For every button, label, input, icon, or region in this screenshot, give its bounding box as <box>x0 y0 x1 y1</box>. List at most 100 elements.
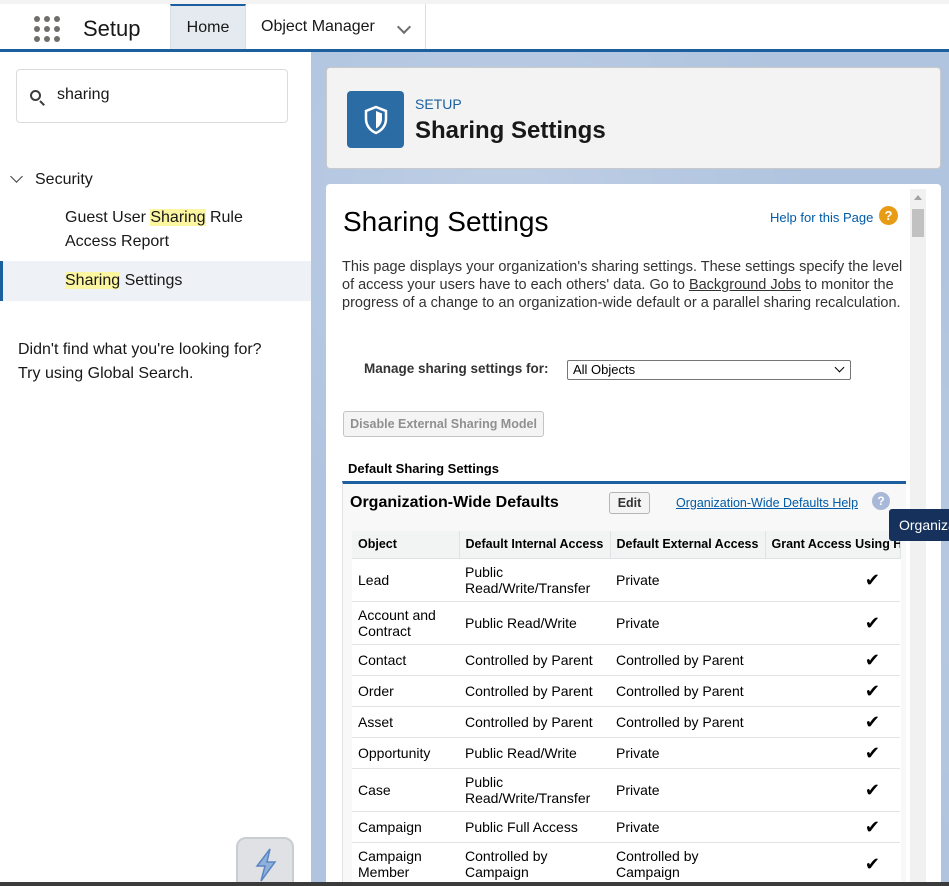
check-icon: ✔ <box>765 768 900 812</box>
cell-object: Opportunity <box>352 737 459 769</box>
manage-sharing-select[interactable]: All Objects <box>567 360 851 380</box>
table-row: Order Controlled by Parent Controlled by… <box>352 675 900 707</box>
table-row: Asset Controlled by Parent Controlled by… <box>352 706 900 738</box>
top-nav: Setup Home Object Manager <box>0 0 949 52</box>
table-row: Contact Controlled by Parent Controlled … <box>352 644 900 676</box>
column-header-external-access: Default External Access <box>610 531 766 559</box>
cell-internal: Public Read/Write <box>459 737 610 769</box>
search-icon <box>30 90 45 106</box>
page-description: This page displays your organization's s… <box>342 258 910 312</box>
page-header: SETUP Sharing Settings <box>326 67 941 169</box>
check-icon: ✔ <box>765 706 900 738</box>
cell-internal: Controlled by Parent <box>459 644 610 676</box>
cell-internal: Public Full Access <box>459 811 610 843</box>
quick-find-box[interactable] <box>16 69 288 123</box>
scroll-thumb[interactable] <box>912 209 924 237</box>
check-icon: ✔ <box>765 675 900 707</box>
cell-external: Private <box>610 811 765 843</box>
check-icon: ✔ <box>765 644 900 676</box>
sidebar-item-sharing-settings[interactable]: Sharing Settings <box>0 261 311 301</box>
content-panel: Sharing Settings Help for this Page ? Th… <box>326 184 941 886</box>
disable-external-sharing-button[interactable]: Disable External Sharing Model <box>343 411 544 437</box>
background-jobs-link[interactable]: Background Jobs <box>689 277 801 293</box>
tab-home[interactable]: Home <box>170 4 246 49</box>
header-eyebrow: SETUP <box>415 96 462 112</box>
cell-object: Contact <box>352 644 459 676</box>
cell-external: Controlled by Parent <box>610 706 765 738</box>
tab-object-manager-label: Object Manager <box>261 17 375 35</box>
table-row: Case Public Read/Write/Transfer Private … <box>352 768 900 812</box>
check-icon: ✔ <box>765 737 900 769</box>
cell-object: Account and Contract <box>352 601 459 645</box>
cell-external: Private <box>610 768 765 812</box>
cell-object: Campaign Member <box>352 842 459 886</box>
quick-find-input[interactable] <box>57 86 277 104</box>
edit-button[interactable]: Edit <box>609 492 650 514</box>
help-icon[interactable]: ? <box>872 492 890 510</box>
lightning-bolt-icon <box>255 848 277 882</box>
table-row: Account and Contract Public Read/Write P… <box>352 601 900 645</box>
cell-internal: Controlled by Campaign <box>459 842 610 886</box>
table-row: Campaign Member Controlled by Campaign C… <box>352 842 900 886</box>
setup-sidebar: Security Guest User Sharing Rule Access … <box>0 52 311 886</box>
global-search-hint: Try using Global Search. <box>18 365 194 382</box>
cell-object: Case <box>352 768 459 812</box>
sidebar-item-label: Guest User <box>65 209 151 226</box>
check-icon: ✔ <box>765 811 900 843</box>
check-icon: ✔ <box>765 558 900 602</box>
scroll-up-icon[interactable] <box>914 195 922 200</box>
cell-external: Private <box>610 601 765 645</box>
search-highlight: Sharing <box>150 209 206 226</box>
table-row: Lead Public Read/Write/Transfer Private … <box>352 558 900 602</box>
help-for-this-page-link[interactable]: Help for this Page <box>770 210 873 225</box>
chevron-down-icon <box>10 170 23 183</box>
cell-external: Controlled by Parent <box>610 675 765 707</box>
cell-internal: Public Read/Write <box>459 601 610 645</box>
sidebar-section-security[interactable]: Security <box>0 168 311 192</box>
cell-external: Private <box>610 558 765 602</box>
cell-internal: Public Read/Write/Transfer <box>459 768 610 812</box>
shield-icon <box>347 91 404 148</box>
table-row: Campaign Public Full Access Private ✔ <box>352 811 900 843</box>
sidebar-section-label: Security <box>35 171 93 188</box>
cell-object: Asset <box>352 706 459 738</box>
cell-object: Order <box>352 675 459 707</box>
cell-external: Controlled by Campaign <box>610 842 765 886</box>
cell-object: Lead <box>352 558 459 602</box>
chevron-down-icon <box>834 362 845 373</box>
not-found-message: Didn't find what you're looking for? Try… <box>18 338 298 386</box>
table-header-row: Object Default Internal Access Default E… <box>352 531 901 559</box>
cell-internal: Controlled by Parent <box>459 706 610 738</box>
bottom-edge <box>0 882 949 886</box>
tab-object-manager[interactable]: Object Manager <box>246 4 426 49</box>
owd-title: Organization-Wide Defaults <box>350 494 559 511</box>
main-area: SETUP Sharing Settings Sharing Settings … <box>311 52 949 886</box>
chevron-down-icon[interactable] <box>396 19 412 35</box>
column-header-object: Object <box>352 531 460 559</box>
cell-internal: Public Read/Write/Transfer <box>459 558 610 602</box>
check-icon: ✔ <box>765 842 900 886</box>
cell-object: Campaign <box>352 811 459 843</box>
page-title: Sharing Settings <box>415 117 606 144</box>
select-value: All Objects <box>573 362 636 377</box>
column-header-grant-access: Grant Access Using Hierarchies <box>765 531 901 559</box>
app-launcher-icon[interactable] <box>34 16 62 44</box>
guidance-center-button[interactable] <box>236 837 294 886</box>
help-icon[interactable]: ? <box>879 206 898 225</box>
check-icon: ✔ <box>765 601 900 645</box>
sidebar-item-guest-user-sharing-rule-access-report[interactable]: Guest User Sharing Rule Access Report <box>0 206 311 254</box>
owd-table: Object Default Internal Access Default E… <box>352 531 901 886</box>
app-name: Setup <box>83 16 141 41</box>
column-header-internal-access: Default Internal Access <box>459 531 611 559</box>
owd-help-link[interactable]: Organization-Wide Defaults Help <box>676 496 858 510</box>
owd-help-tooltip: Organization-Wide Defaults Help <box>889 509 949 541</box>
content-title: Sharing Settings <box>343 206 549 237</box>
not-found-line: Didn't find what you're looking for? <box>18 341 262 358</box>
sidebar-item-label: Settings <box>120 272 183 289</box>
search-highlight: Sharing <box>65 272 121 289</box>
manage-sharing-label: Manage sharing settings for: <box>364 361 549 376</box>
cell-external: Private <box>610 737 765 769</box>
organization-wide-defaults-section: Organization-Wide Defaults Edit Organiza… <box>342 481 906 886</box>
cell-internal: Controlled by Parent <box>459 675 610 707</box>
default-sharing-settings-title: Default Sharing Settings <box>348 461 499 476</box>
